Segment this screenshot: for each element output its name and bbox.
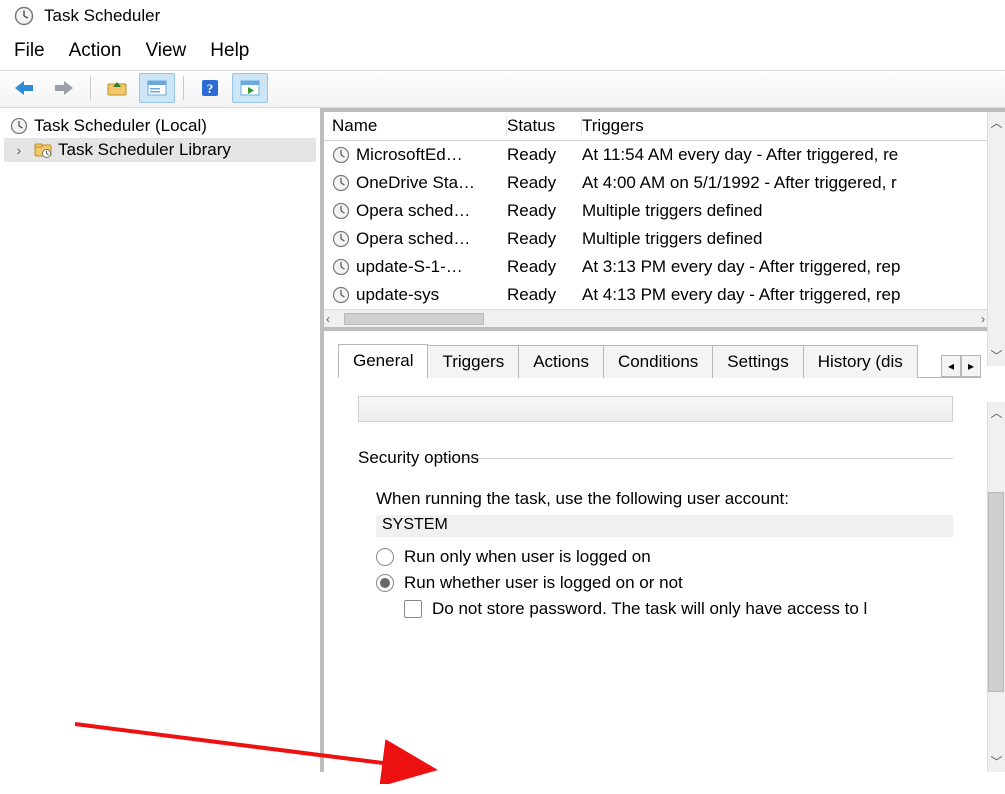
task-icon xyxy=(332,202,350,220)
up-folder-button[interactable] xyxy=(99,73,135,103)
radio-icon[interactable] xyxy=(376,574,394,592)
svg-text:?: ? xyxy=(207,81,214,96)
tab-scroll-right[interactable]: ▸ xyxy=(961,355,981,377)
task-row[interactable]: update-S-1-… Ready At 3:13 PM every day … xyxy=(324,253,987,281)
checkbox-icon[interactable] xyxy=(404,600,422,618)
task-triggers: At 3:13 PM every day - After triggered, … xyxy=(582,257,979,277)
scroll-left-icon[interactable]: ‹ xyxy=(326,310,330,328)
run-as-label: When running the task, use the following… xyxy=(376,489,959,509)
toolbar-separator xyxy=(183,76,184,100)
task-name: update-S-1-… xyxy=(356,257,463,277)
toolbar-separator xyxy=(90,76,91,100)
task-name: Opera sched… xyxy=(356,201,470,221)
window-title: Task Scheduler xyxy=(44,6,160,26)
nav-forward-button[interactable] xyxy=(46,73,82,103)
run-as-account: SYSTEM xyxy=(376,515,953,537)
col-name[interactable]: Name xyxy=(332,116,507,136)
task-icon xyxy=(332,146,350,164)
tab-history[interactable]: History (dis xyxy=(803,345,918,378)
task-name: OneDrive Sta… xyxy=(356,173,475,193)
toolbar: ? xyxy=(0,70,1005,108)
task-icon xyxy=(332,286,350,304)
scroll-up-icon[interactable]: ︿ xyxy=(990,112,1002,133)
nav-back-button[interactable] xyxy=(6,73,42,103)
menu-file[interactable]: File xyxy=(14,40,45,62)
task-details-pane: General Triggers Actions Conditions Sett… xyxy=(324,331,1005,772)
task-status: Ready xyxy=(507,173,582,193)
description-field[interactable] xyxy=(358,396,953,422)
task-row[interactable]: Opera sched… Ready Multiple triggers def… xyxy=(324,225,987,253)
task-row[interactable]: Opera sched… Ready Multiple triggers def… xyxy=(324,197,987,225)
option-label: Do not store password. The task will onl… xyxy=(432,599,867,619)
tree-library-label: Task Scheduler Library xyxy=(58,140,231,160)
menu-view[interactable]: View xyxy=(145,40,186,62)
details-tabstrip: General Triggers Actions Conditions Sett… xyxy=(338,343,981,378)
menu-action[interactable]: Action xyxy=(69,40,122,62)
task-triggers: Multiple triggers defined xyxy=(582,201,979,221)
task-status: Ready xyxy=(507,257,582,277)
task-status: Ready xyxy=(507,229,582,249)
task-scheduler-app-icon xyxy=(14,6,34,26)
task-list: Name Status Triggers MicrosoftEd… Ready … xyxy=(324,112,1005,331)
help-button[interactable]: ? xyxy=(192,73,228,103)
task-name: MicrosoftEd… xyxy=(356,145,463,165)
option-label: Run whether user is logged on or not xyxy=(404,573,683,593)
col-status[interactable]: Status xyxy=(507,116,582,136)
tab-scroll-left[interactable]: ◂ xyxy=(941,355,961,377)
option-run-logged-on-or-not[interactable]: Run whether user is logged on or not xyxy=(376,573,959,593)
tab-triggers[interactable]: Triggers xyxy=(427,345,519,378)
task-status: Ready xyxy=(507,145,582,165)
task-icon xyxy=(332,230,350,248)
option-run-logged-on[interactable]: Run only when user is logged on xyxy=(376,547,959,567)
task-name: update-sys xyxy=(356,285,439,305)
run-task-button[interactable] xyxy=(232,73,268,103)
scroll-right-icon[interactable]: › xyxy=(981,310,985,328)
task-row[interactable]: OneDrive Sta… Ready At 4:00 AM on 5/1/19… xyxy=(324,169,987,197)
task-list-header: Name Status Triggers xyxy=(324,112,987,141)
security-options-frame xyxy=(428,458,953,481)
task-triggers: At 4:00 AM on 5/1/1992 - After triggered… xyxy=(582,173,979,193)
tab-conditions[interactable]: Conditions xyxy=(603,345,713,378)
menu-help[interactable]: Help xyxy=(210,40,249,62)
tree-root-label: Task Scheduler (Local) xyxy=(34,116,207,136)
task-triggers: Multiple triggers defined xyxy=(582,229,979,249)
radio-icon[interactable] xyxy=(376,548,394,566)
menu-bar: File Action View Help xyxy=(0,30,1005,70)
task-row[interactable]: MicrosoftEd… Ready At 11:54 AM every day… xyxy=(324,141,987,169)
scrollbar-thumb[interactable] xyxy=(344,313,484,325)
tree-root[interactable]: Task Scheduler (Local) xyxy=(4,114,316,138)
option-do-not-store-password[interactable]: Do not store password. The task will onl… xyxy=(404,599,959,619)
tab-general[interactable]: General xyxy=(338,344,428,378)
task-triggers: At 11:54 AM every day - After triggered,… xyxy=(582,145,979,165)
task-status: Ready xyxy=(507,285,582,305)
tree-pane: Task Scheduler (Local) › Task Scheduler … xyxy=(0,108,320,772)
title-bar: Task Scheduler xyxy=(0,0,1005,30)
task-icon xyxy=(332,174,350,192)
task-icon xyxy=(332,258,350,276)
task-scheduler-icon xyxy=(10,117,28,135)
right-pane: ︿ ﹀ Name Status Triggers MicrosoftEd… Re… xyxy=(320,108,1005,772)
task-status: Ready xyxy=(507,201,582,221)
tree-expand-toggle[interactable]: › xyxy=(10,142,28,158)
tab-actions[interactable]: Actions xyxy=(518,345,604,378)
tab-settings[interactable]: Settings xyxy=(712,345,803,378)
tab-general-body: Security options When running the task, … xyxy=(338,378,981,629)
col-triggers[interactable]: Triggers xyxy=(582,116,979,136)
task-list-horizontal-scrollbar[interactable]: ‹ › xyxy=(324,309,987,327)
task-triggers: At 4:13 PM every day - After triggered, … xyxy=(582,285,979,305)
task-list-vertical-scrollbar[interactable]: ︿ ﹀ xyxy=(987,112,1005,366)
tree-library[interactable]: › Task Scheduler Library xyxy=(4,138,316,162)
library-folder-icon xyxy=(34,141,52,159)
task-row[interactable]: update-sys Ready At 4:13 PM every day - … xyxy=(324,281,987,309)
properties-button[interactable] xyxy=(139,73,175,103)
task-name: Opera sched… xyxy=(356,229,470,249)
option-label: Run only when user is logged on xyxy=(404,547,651,567)
